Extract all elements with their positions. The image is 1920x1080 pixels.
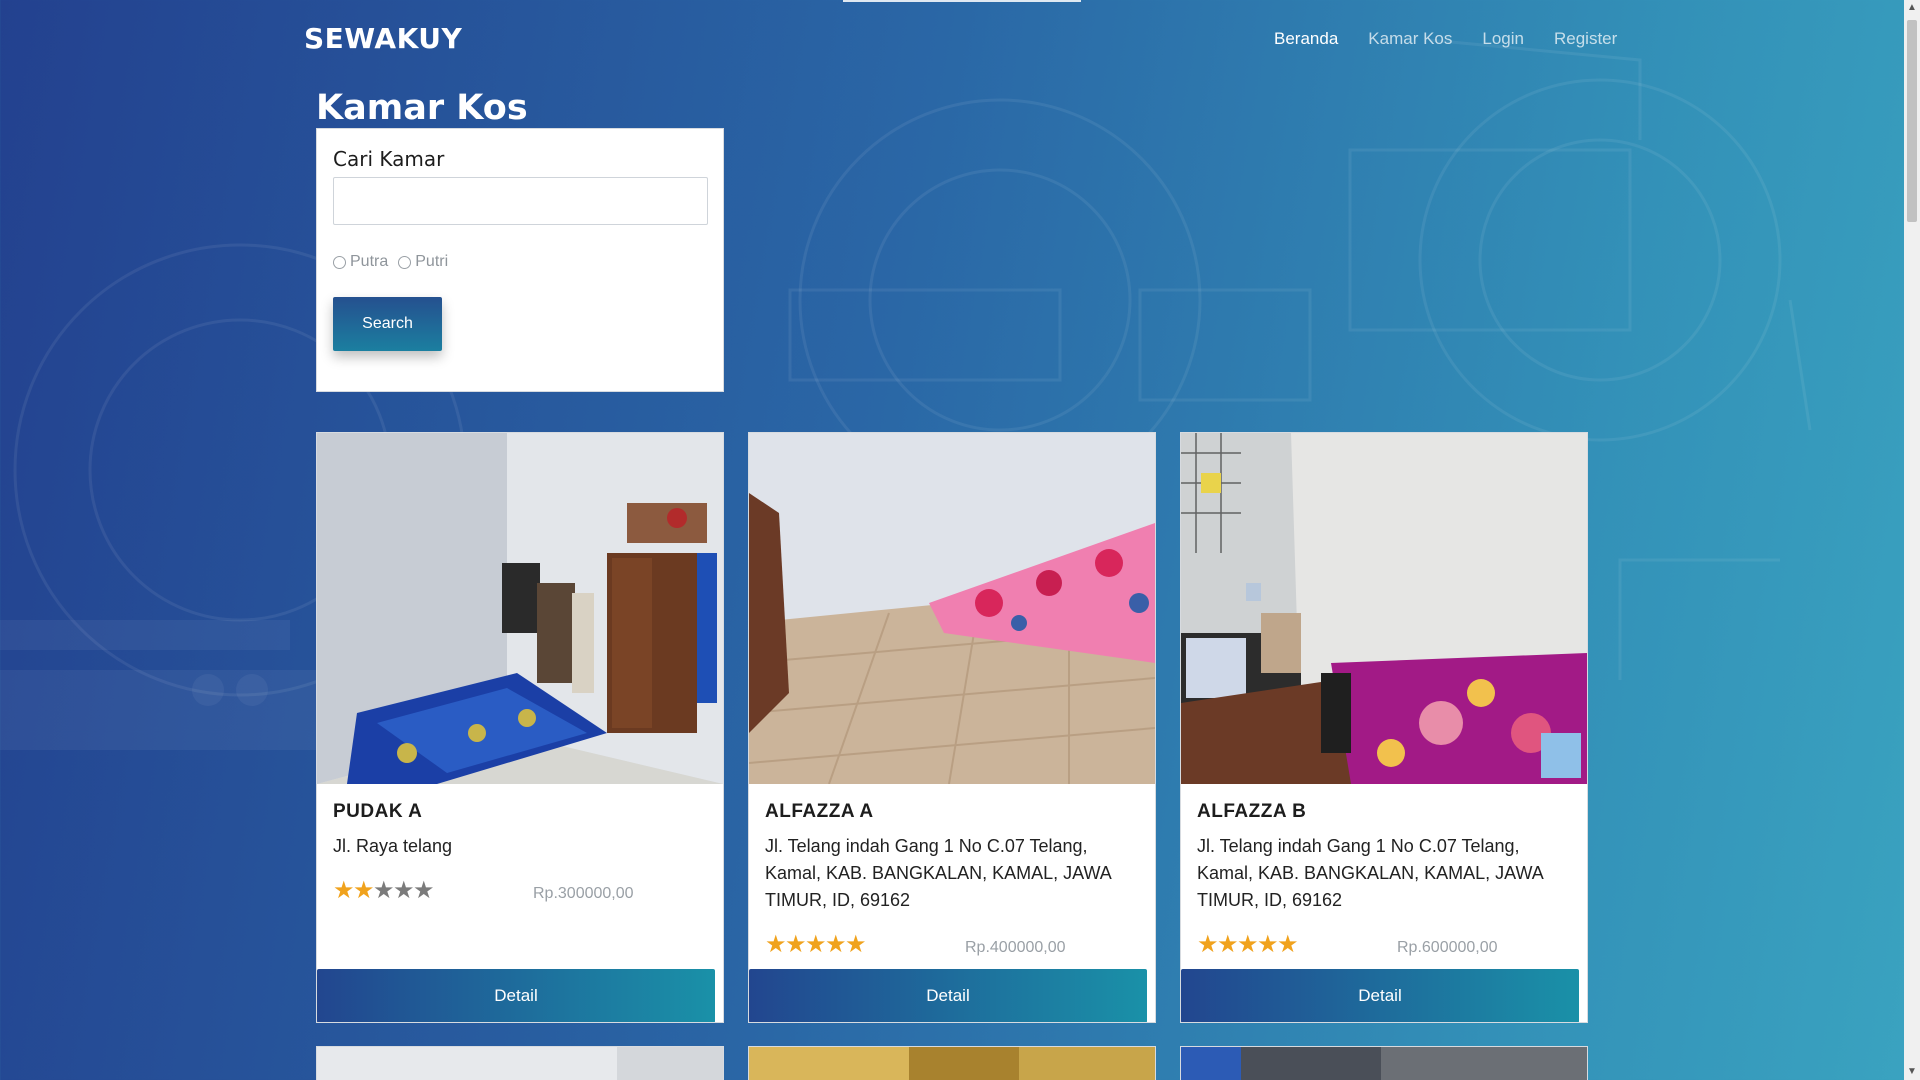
detail-button[interactable]: Detail: [317, 969, 715, 1022]
star-icon: ★: [1277, 931, 1299, 958]
scroll-thumb[interactable]: [1907, 20, 1917, 222]
star-icon: ★: [1197, 931, 1219, 958]
room-name: PUDAK A: [333, 801, 423, 822]
brand-logo[interactable]: SEWAKUY: [304, 22, 462, 55]
star-rating: ★ ★ ★ ★ ★: [765, 931, 867, 958]
rating-row: ★ ★ ★ ★ ★: [333, 877, 435, 904]
room-photo[interactable]: [749, 433, 1155, 784]
room-card-partial: [316, 1046, 724, 1080]
room-card: PUDAK A Jl. Raya telang ★ ★ ★ ★ ★ Rp.300…: [316, 432, 724, 1023]
search-button[interactable]: Search: [333, 297, 442, 351]
nav-link-kamar-kos[interactable]: Kamar Kos: [1368, 29, 1452, 49]
navbar: SEWAKUY Beranda Kamar Kos Login Register: [0, 0, 1920, 80]
room-name: ALFAZZA B: [1197, 801, 1307, 822]
room-card: ALFAZZA B Jl. Telang indah Gang 1 No C.0…: [1180, 432, 1588, 1023]
scroll-up-arrow-icon[interactable]: ▲: [1904, 0, 1920, 16]
search-title: Cari Kamar: [333, 147, 445, 171]
radio-putri-label: Putri: [415, 253, 449, 270]
star-rating: ★ ★ ★ ★ ★: [1197, 931, 1299, 958]
detail-button[interactable]: Detail: [749, 969, 1147, 1022]
gender-radio-group: Putra Putri: [333, 253, 448, 271]
scroll-down-arrow-icon[interactable]: ▼: [1904, 1064, 1920, 1080]
star-icon: ★: [765, 931, 787, 958]
star-icon: ★: [333, 877, 355, 904]
radio-putra[interactable]: Putra: [333, 253, 388, 271]
room-card-partial: [748, 1046, 1156, 1080]
page-title: Kamar Kos: [316, 88, 528, 128]
star-outline-icon: ★: [413, 877, 435, 904]
nav-link-register[interactable]: Register: [1554, 29, 1617, 49]
room-photo[interactable]: [749, 1047, 1155, 1080]
rating-row: ★ ★ ★ ★ ★: [765, 931, 867, 958]
room-price: Rp.400000,00: [965, 939, 1066, 956]
radio-putri[interactable]: Putri: [398, 253, 448, 271]
room-address: Jl. Telang indah Gang 1 No C.07 Telang, …: [1197, 836, 1543, 910]
radio-putra-label: Putra: [350, 253, 389, 270]
star-rating: ★ ★ ★ ★ ★: [333, 877, 435, 904]
star-icon: ★: [785, 931, 807, 958]
star-icon: ★: [1217, 931, 1239, 958]
room-address: Jl. Telang indah Gang 1 No C.07 Telang, …: [765, 836, 1111, 910]
star-icon: ★: [353, 877, 375, 904]
radio-button-icon[interactable]: [398, 255, 412, 269]
search-card: Cari Kamar Putra Putri Search: [316, 128, 724, 392]
star-icon: ★: [1237, 931, 1259, 958]
room-card: ALFAZZA A Jl. Telang indah Gang 1 No C.0…: [748, 432, 1156, 1023]
search-input[interactable]: [333, 177, 708, 225]
room-price: Rp.300000,00: [533, 885, 634, 902]
page-scrollbar[interactable]: ▲ ▼: [1904, 0, 1920, 1080]
room-photo[interactable]: [1181, 1047, 1587, 1080]
room-name: ALFAZZA A: [765, 801, 874, 822]
star-outline-icon: ★: [373, 877, 395, 904]
room-photo[interactable]: [317, 433, 723, 784]
room-card-partial: [1180, 1046, 1588, 1080]
room-photo[interactable]: [317, 1047, 723, 1080]
radio-button-icon[interactable]: [333, 255, 346, 269]
room-price: Rp.600000,00: [1397, 939, 1498, 956]
star-icon: ★: [845, 931, 867, 958]
rating-row: ★ ★ ★ ★ ★: [1197, 931, 1299, 958]
star-icon: ★: [825, 931, 847, 958]
nav-link-login[interactable]: Login: [1482, 29, 1524, 49]
room-photo[interactable]: [1181, 433, 1587, 784]
detail-button[interactable]: Detail: [1181, 969, 1579, 1022]
nav-links: Beranda Kamar Kos Login Register: [1274, 29, 1617, 49]
nav-link-beranda[interactable]: Beranda: [1274, 29, 1338, 49]
star-outline-icon: ★: [393, 877, 415, 904]
star-icon: ★: [805, 931, 827, 958]
star-icon: ★: [1257, 931, 1279, 958]
room-address: Jl. Raya telang: [333, 836, 453, 856]
